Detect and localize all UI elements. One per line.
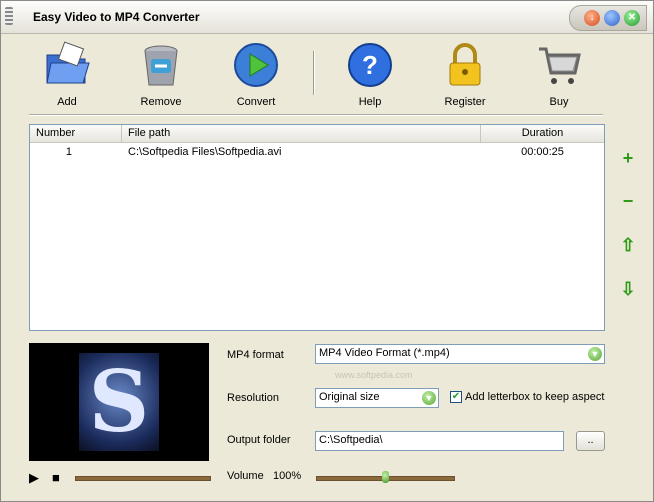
preview-logo-glyph: S [88, 352, 150, 451]
play-circle-icon [234, 43, 278, 87]
toolbar-separator [313, 51, 315, 95]
output-folder-value: C:\Softpedia\ [319, 434, 383, 446]
volume-value: 100% [273, 470, 302, 482]
video-preview: S [29, 343, 209, 461]
help-label: Help [358, 96, 382, 108]
file-list[interactable]: Number File path Duration 1 C:\Softpedia… [29, 124, 605, 331]
shopping-cart-icon [539, 47, 581, 84]
remove-button[interactable]: Remove [121, 41, 201, 108]
convert-label: Convert [236, 96, 276, 108]
window-controls: ↓ ✕ [569, 5, 647, 31]
volume-label: Volume [227, 470, 264, 482]
add-folder-icon [46, 41, 90, 84]
convert-button[interactable]: Convert [216, 41, 296, 108]
toolbar: Add Remove Convert ? Help Register Buy [11, 37, 603, 115]
add-label: Add [57, 96, 77, 108]
buy-label: Buy [549, 96, 569, 108]
maximize-button[interactable] [604, 10, 620, 26]
resolution-label: Resolution [227, 392, 279, 404]
buy-button[interactable]: Buy [519, 41, 599, 108]
add-button[interactable]: Add [27, 41, 107, 108]
toolbar-divider [29, 114, 603, 116]
file-list-header: Number File path Duration [30, 125, 604, 143]
output-folder-input[interactable]: C:\Softpedia\ [315, 431, 564, 451]
play-button[interactable]: ▶ [29, 470, 39, 486]
close-button[interactable]: ✕ [624, 10, 640, 26]
remove-file-minus-icon[interactable]: − [619, 192, 637, 210]
register-button[interactable]: Register [425, 41, 505, 108]
column-duration[interactable]: Duration [481, 125, 604, 142]
register-label: Register [444, 96, 486, 108]
row-file-path: C:\Softpedia Files\Softpedia.avi [128, 146, 282, 158]
letterbox-checkbox[interactable]: ✔ [450, 391, 462, 403]
svg-text:?: ? [362, 50, 378, 80]
minimize-button[interactable]: ↓ [584, 10, 600, 26]
help-button[interactable]: ? Help [330, 41, 410, 108]
format-select[interactable]: MP4 Video Format (*.mp4) ▼ [315, 344, 605, 364]
window-grip-icon [5, 7, 13, 25]
format-label: MP4 format [227, 349, 284, 361]
row-duration: 00:00:25 [521, 146, 564, 158]
table-row[interactable]: 1 C:\Softpedia Files\Softpedia.avi 00:00… [30, 144, 604, 160]
row-number: 1 [65, 146, 72, 158]
column-number[interactable]: Number [30, 125, 122, 142]
chevron-down-icon[interactable]: ▼ [588, 347, 602, 361]
output-folder-label: Output folder [227, 434, 291, 446]
browse-button[interactable]: .. [576, 431, 605, 451]
watermark-text: www.softpedia.com [335, 370, 413, 380]
resolution-value: Original size [319, 391, 380, 403]
trash-can-icon [144, 45, 178, 86]
column-file-path[interactable]: File path [122, 125, 481, 142]
padlock-icon [449, 43, 481, 86]
window-title: Easy Video to MP4 Converter [33, 10, 200, 24]
title-bar[interactable]: Easy Video to MP4 Converter ↓ ✕ [1, 1, 653, 34]
move-up-arrow-icon[interactable]: ⇧ [619, 236, 637, 254]
app-window: Easy Video to MP4 Converter ↓ ✕ Add Remo… [0, 0, 654, 502]
remove-label: Remove [140, 96, 182, 108]
help-question-icon: ? [348, 43, 392, 87]
chevron-down-icon[interactable]: ▼ [422, 391, 436, 405]
resolution-select[interactable]: Original size ▼ [315, 388, 439, 408]
add-file-plus-icon[interactable]: + [619, 149, 637, 167]
stop-button[interactable]: ■ [52, 470, 60, 485]
move-down-arrow-icon[interactable]: ⇩ [619, 280, 637, 298]
letterbox-label[interactable]: Add letterbox to keep aspect [465, 391, 604, 403]
position-slider[interactable] [75, 476, 211, 481]
volume-slider-thumb[interactable] [381, 471, 389, 483]
format-value: MP4 Video Format (*.mp4) [319, 347, 450, 359]
